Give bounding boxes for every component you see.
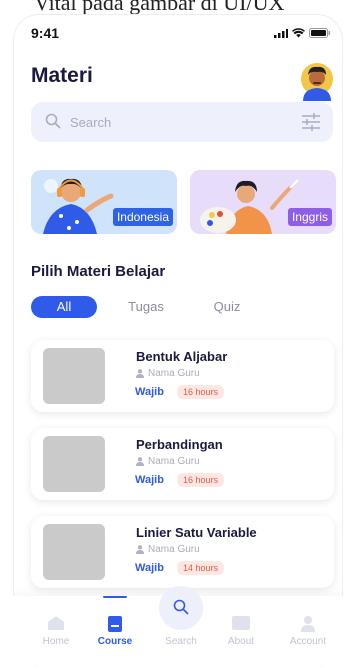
course-icon: [108, 616, 122, 632]
course-teacher-name: Nama Guru: [148, 544, 200, 555]
search-icon: [45, 113, 61, 129]
person-icon: [136, 369, 144, 378]
course-card-linier-satu-variable[interactable]: Linier Satu Variable Nama Guru Wajib 14 …: [31, 516, 334, 588]
status-bar: 9:41: [31, 24, 331, 44]
nav-course[interactable]: Course: [85, 596, 145, 656]
nav-about[interactable]: About: [211, 596, 271, 656]
active-indicator: [103, 596, 127, 598]
course-thumbnail: [43, 436, 105, 492]
course-teacher: Nama Guru: [136, 456, 200, 467]
course-hours-badge: 16 hours: [177, 473, 225, 487]
nav-search[interactable]: Search: [151, 596, 211, 656]
battery-icon: [309, 28, 330, 38]
about-icon: [232, 616, 250, 630]
course-card-bentuk-aljabar[interactable]: Bentuk Aljabar Nama Guru Wajib 16 hours: [31, 340, 334, 412]
course-tag: Wajib: [135, 386, 164, 398]
tab-quiz[interactable]: Quiz: [209, 296, 245, 318]
page-title: Materi: [31, 64, 93, 87]
course-hours-badge: 16 hours: [177, 385, 225, 399]
phone-screen: 9:41 Materi Search Indonesia Inggris Pil…: [13, 14, 343, 668]
status-icons: [274, 28, 331, 38]
course-title: Perbandingan: [136, 437, 223, 452]
nav-home-label: Home: [42, 636, 70, 647]
bottom-nav: Home Course Search About Account: [13, 586, 343, 668]
nav-account[interactable]: Account: [278, 596, 338, 656]
course-thumbnail: [43, 524, 105, 580]
filter-icon[interactable]: [301, 113, 321, 131]
section-title: Pilih Materi Belajar: [31, 263, 166, 280]
signal-icon: [274, 28, 288, 38]
course-teacher: Nama Guru: [136, 544, 200, 555]
nav-course-label: Course: [97, 636, 133, 647]
banner-inggris[interactable]: Inggris: [190, 170, 336, 234]
status-time: 9:41: [31, 25, 60, 41]
person-icon: [136, 545, 144, 554]
wifi-icon: [292, 28, 305, 38]
tab-tugas[interactable]: Tugas: [123, 296, 169, 318]
course-hours-badge: 14 hours: [177, 561, 225, 575]
course-teacher-name: Nama Guru: [148, 368, 200, 379]
course-teacher-name: Nama Guru: [148, 456, 200, 467]
course-teacher: Nama Guru: [136, 368, 200, 379]
account-icon: [301, 616, 315, 632]
course-tag: Wajib: [135, 562, 164, 574]
person-icon: [136, 457, 144, 466]
search-input[interactable]: Search: [70, 115, 111, 130]
nav-account-label: Account: [289, 636, 327, 647]
course-list: Bentuk Aljabar Nama Guru Wajib 16 hours …: [31, 340, 334, 604]
home-icon: [48, 616, 64, 630]
course-tag: Wajib: [135, 474, 164, 486]
nav-about-label: About: [227, 636, 255, 647]
banner-indonesia[interactable]: Indonesia: [31, 170, 177, 234]
avatar[interactable]: [299, 61, 335, 101]
search-bar[interactable]: Search: [31, 102, 333, 142]
course-title: Bentuk Aljabar: [136, 349, 228, 364]
banner-inggris-label: Inggris: [287, 208, 332, 226]
course-card-perbandingan[interactable]: Perbandingan Nama Guru Wajib 16 hours: [31, 428, 334, 500]
nav-home[interactable]: Home: [26, 596, 86, 656]
banner-indonesia-label: Indonesia: [112, 208, 173, 226]
course-thumbnail: [43, 348, 105, 404]
tab-all[interactable]: All: [31, 296, 97, 318]
course-title: Linier Satu Variable: [136, 525, 257, 540]
nav-search-label: Search: [165, 636, 197, 647]
